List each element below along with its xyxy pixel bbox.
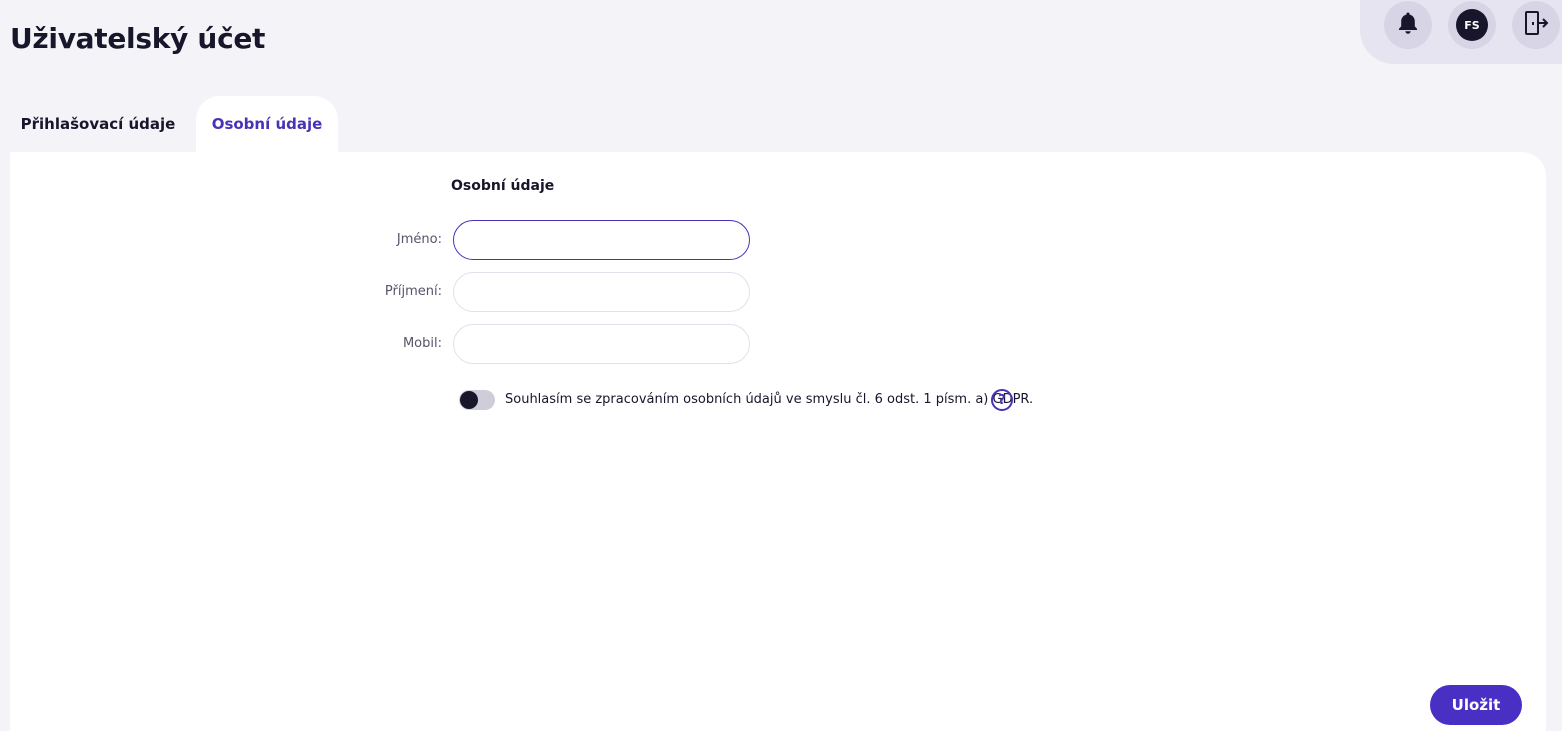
gdpr-consent-text: Souhlasím se zpracováním osobních údajů … xyxy=(505,392,1034,407)
content-panel xyxy=(10,152,1546,731)
mobile-input[interactable] xyxy=(453,324,750,364)
first-name-label: Jméno: xyxy=(396,232,442,247)
logout-button[interactable] xyxy=(1512,1,1560,49)
first-name-input[interactable] xyxy=(453,220,750,260)
tab-personal-details[interactable]: Osobní údaje xyxy=(196,96,338,152)
help-icon[interactable]: ? xyxy=(991,389,1013,411)
page-title: Uživatelský účet xyxy=(10,22,266,55)
help-glyph: ? xyxy=(998,392,1006,408)
logout-door-icon xyxy=(1523,10,1549,40)
mobile-label: Mobil: xyxy=(402,336,442,351)
last-name-label: Příjmení: xyxy=(384,284,442,299)
section-title: Osobní údaje xyxy=(451,178,555,194)
page: Uživatelský účet FS Přihlašovací údaje O… xyxy=(0,0,1562,731)
gdpr-consent-toggle[interactable] xyxy=(459,390,495,410)
save-button[interactable]: Uložit xyxy=(1430,685,1522,725)
topbar: FS xyxy=(1360,0,1562,64)
avatar: FS xyxy=(1456,9,1488,41)
last-name-input[interactable] xyxy=(453,272,750,312)
toggle-knob xyxy=(460,391,478,409)
user-menu-button[interactable]: FS xyxy=(1448,1,1496,49)
bell-icon xyxy=(1397,11,1419,39)
tab-login-details[interactable]: Přihlašovací údaje xyxy=(10,96,186,152)
notifications-button[interactable] xyxy=(1384,1,1432,49)
